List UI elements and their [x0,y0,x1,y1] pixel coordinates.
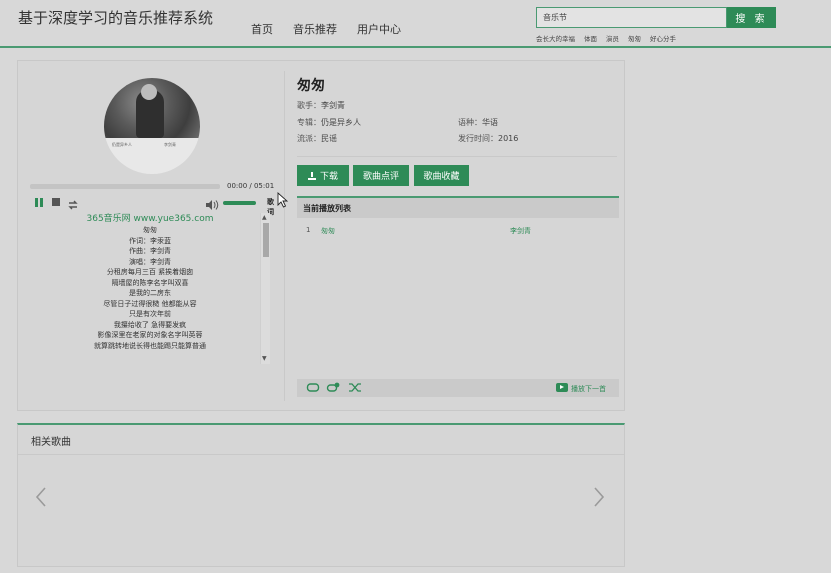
lyric-line: 隔墙屋的陈李名字叫双喜 [111,278,189,287]
release-value: 2016 [498,134,519,143]
header: 基于深度学习的音乐推荐系统 首页 音乐推荐 用户中心 搜 索 会长大的幸福 体面… [0,0,831,48]
hot-tag[interactable]: 会长大的幸福 [536,33,575,43]
playlist-singer[interactable]: 李剑青 [510,226,531,236]
progress-bar[interactable] [30,184,220,189]
lyrics-scrollbar[interactable]: ▲ ▼ [260,213,270,364]
playlist-index: 1 [306,226,311,234]
language-value: 华语 [482,118,498,127]
play-next-label[interactable]: 播放下一首 [571,384,606,394]
repeat-icon[interactable] [306,382,320,396]
lyric-line: 尽管日子过得很糙 他都能从容 [103,299,197,308]
lyric-line: 作词：李汞蓝 [129,236,171,245]
mouse-cursor-icon [277,191,289,208]
player-panel: 仍是异乡人 李剑青 00:00 / 05:01 歌词 365音乐网 www.yu… [17,60,625,411]
main-nav: 首页 音乐推荐 用户中心 [251,21,421,37]
lyric-line: 匆匆 [143,226,157,234]
language-label: 语种： [458,118,482,127]
song-album: 专辑：仍是异乡人 [297,117,361,128]
volume-icon[interactable] [205,196,219,210]
favorite-button[interactable]: 歌曲收藏 [414,165,469,186]
hot-tag[interactable]: 体面 [584,33,597,43]
hot-tag[interactable]: 演员 [606,33,619,43]
search-button[interactable]: 搜 索 [727,7,776,28]
genre-label: 流派： [297,134,321,143]
singer-value: 李剑青 [321,101,345,110]
singer-label: 歌手： [297,101,321,110]
carousel-next-icon[interactable] [592,485,606,509]
related-songs-panel: 相关歌曲 [17,423,625,567]
related-title: 相关歌曲 [18,425,624,455]
hot-tag[interactable]: 匆匆 [628,33,641,43]
play-next-icon[interactable] [556,383,568,392]
album-caption-artist: 李剑青 [164,142,176,147]
volume-slider[interactable] [223,201,256,205]
lyrics-scroll-thumb[interactable] [263,223,269,257]
info-divider [297,156,617,157]
album-cover: 仍是异乡人 李剑青 [104,78,200,174]
lyric-line: 分租房每月三百 紧挨着烟囱 [106,268,194,276]
lyric-line: 就算跳转地说长得也能踢只能算普通 [94,341,206,350]
album-figure-head [141,84,157,100]
stop-icon[interactable] [51,196,61,208]
shuffle-icon[interactable] [348,382,362,396]
song-title: 匆匆 [297,78,325,94]
genre-value: 民谣 [321,134,337,143]
song-singer: 歌手：李剑青 [297,100,345,111]
scroll-up-icon[interactable]: ▲ [262,214,267,221]
download-label: 下载 [319,172,338,182]
playlist-title: 当前播放列表 [297,196,619,218]
download-icon [307,172,316,180]
hot-tag[interactable]: 好心分手 [650,33,676,43]
panel-divider [284,71,285,401]
nav-recommend[interactable]: 音乐推荐 [293,21,337,37]
carousel-prev-icon[interactable] [34,485,48,509]
download-button[interactable]: 下载 [297,165,349,186]
nav-home[interactable]: 首页 [251,21,273,37]
album-value: 仍是异乡人 [321,118,361,127]
lyric-line: 作曲：李剑青 [129,247,171,255]
album-label: 专辑： [297,118,321,127]
nav-user-center[interactable]: 用户中心 [357,21,401,37]
pause-icon[interactable] [34,196,44,208]
release-label: 发行时间： [458,134,498,143]
scroll-down-icon[interactable]: ▼ [262,355,267,362]
search-input[interactable] [536,7,727,28]
album-caption-title: 仍是异乡人 [112,142,132,147]
lyric-line: 只是有次年前 [129,310,171,318]
review-button[interactable]: 歌曲点评 [353,165,409,186]
playlist-footer: 播放下一首 [297,379,619,397]
lyric-line: 演唱：李剑青 [129,257,171,266]
repeat-one-icon[interactable] [326,382,340,396]
song-release: 发行时间：2016 [458,133,518,144]
time-display: 00:00 / 05:01 [227,182,275,190]
site-title: 基于深度学习的音乐推荐系统 [18,9,214,27]
lyric-line: 是我的二房东 [129,289,171,297]
lyric-line: 影像深里在老家的对象名字叫英蓉 [97,331,203,339]
lyrics-source: 365音乐网 www.yue365.com [86,214,214,224]
lyrics-panel: 365音乐网 www.yue365.com 匆匆 作词：李汞蓝 作曲：李剑青 演… [30,213,270,364]
lyric-line: 我攥给收了 急得要发疯 [113,320,187,329]
player-controls: 歌词 [34,196,274,216]
song-language: 语种：华语 [458,117,498,128]
playlist-song-name[interactable]: 匆匆 [321,226,335,236]
song-genre: 流派：民谣 [297,133,337,144]
hot-search-tags: 会长大的幸福 体面 演员 匆匆 好心分手 [536,33,685,43]
loop-icon[interactable] [67,196,79,210]
playlist-row[interactable]: 1 匆匆 李剑青 [297,226,619,238]
